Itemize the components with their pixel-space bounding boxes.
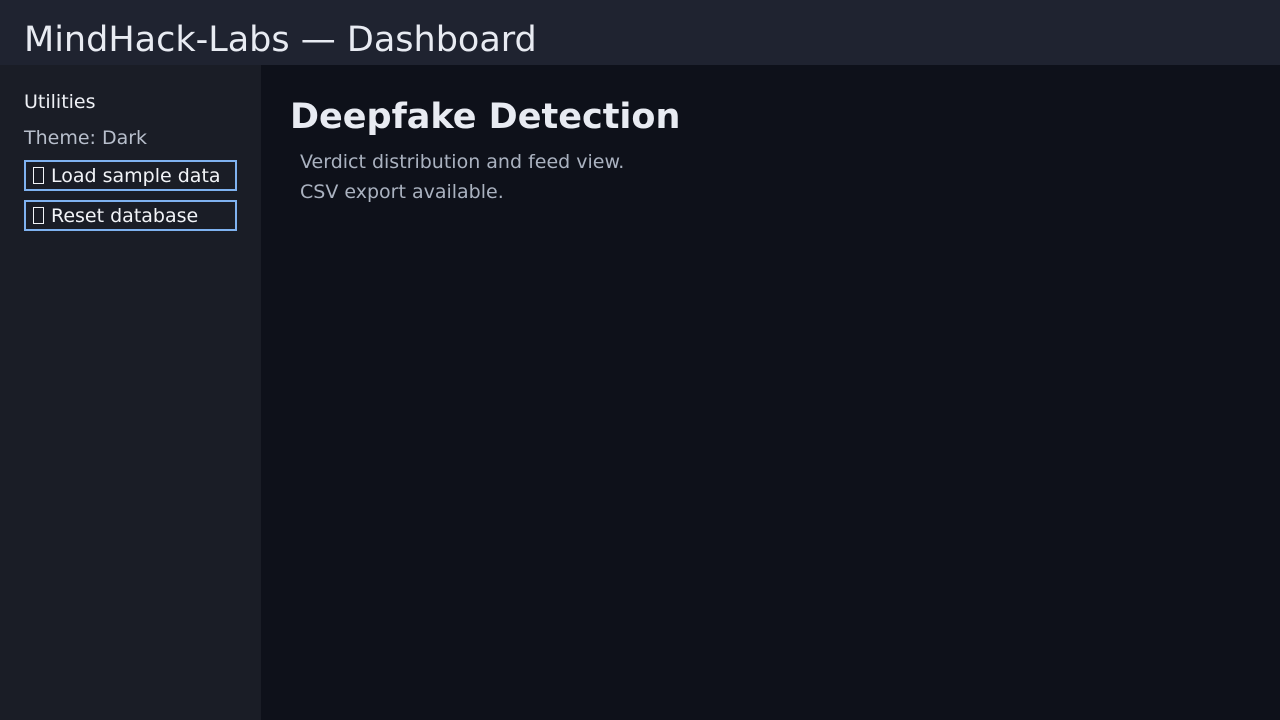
load-sample-data-label: Load sample data bbox=[51, 164, 221, 187]
description-line: Verdict distribution and feed view. bbox=[300, 151, 625, 173]
theme-label: Theme: Dark bbox=[24, 127, 148, 149]
reset-database-label: Reset database bbox=[51, 204, 199, 227]
missing-glyph-icon bbox=[33, 166, 44, 184]
reset-database-button[interactable]: Reset database bbox=[24, 200, 237, 231]
app-title: MindHack-Labs — Dashboard bbox=[24, 20, 537, 60]
top-bar: MindHack-Labs — Dashboard bbox=[0, 0, 1280, 65]
sidebar: Utilities Theme: Dark Load sample data R… bbox=[0, 65, 261, 720]
sidebar-heading: Utilities bbox=[24, 91, 96, 113]
load-sample-data-button[interactable]: Load sample data bbox=[24, 160, 237, 191]
page-title: Deepfake Detection bbox=[290, 97, 681, 137]
description-line: CSV export available. bbox=[300, 181, 504, 203]
main-content: Deepfake Detection Verdict distribution … bbox=[261, 65, 1280, 720]
missing-glyph-icon bbox=[33, 206, 44, 224]
